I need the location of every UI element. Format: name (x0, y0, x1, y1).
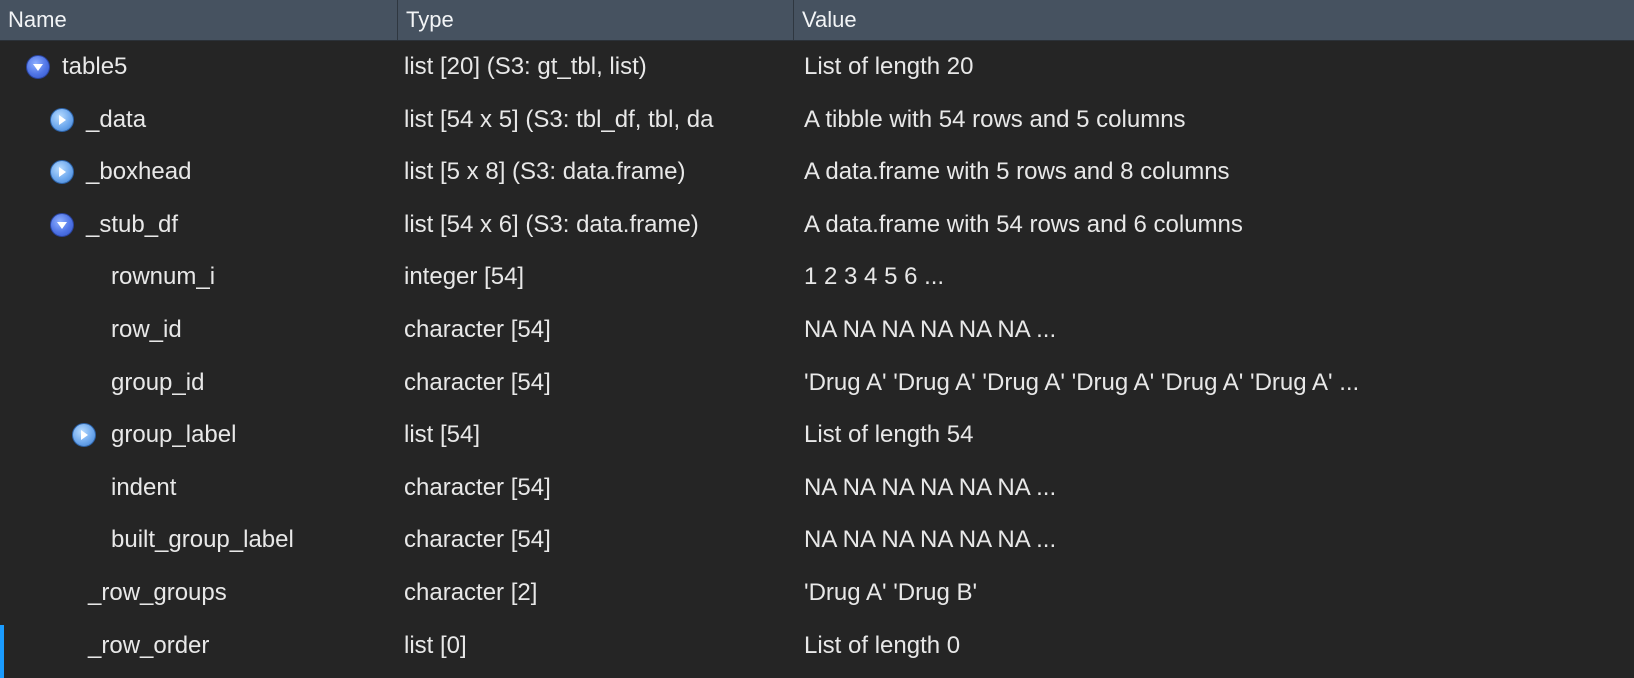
row-name: group_id (111, 368, 205, 396)
row-name: indent (111, 473, 177, 501)
row-name: rownum_i (111, 263, 216, 291)
tree-row-built-group-label[interactable]: built_group_label character [54] NA NA N… (0, 514, 1634, 567)
name-cell: row_id (0, 304, 397, 357)
row-type: character [54] (404, 315, 551, 343)
row-name: _data (86, 105, 147, 133)
row-type: character [54] (404, 368, 551, 396)
tree-rows: table5 list [20] (S3: gt_tbl, list) List… (0, 41, 1634, 672)
header-name[interactable]: Name (0, 0, 397, 40)
row-value: List of length 54 (804, 421, 974, 449)
row-type: list [54 x 6] (S3: data.frame) (404, 210, 699, 238)
row-type: character [54] (404, 526, 551, 554)
row-value: NA NA NA NA NA NA ... (804, 473, 1057, 501)
header-type[interactable]: Type (397, 0, 793, 40)
row-name: built_group_label (111, 526, 294, 554)
tree-row-row-order[interactable]: _row_order list [0] List of length 0 (0, 620, 1634, 673)
row-value: A data.frame with 54 rows and 6 columns (804, 210, 1243, 238)
row-value: List of length 0 (804, 631, 961, 659)
collapse-toggle-icon[interactable] (72, 423, 96, 448)
name-cell: built_group_label (0, 514, 397, 567)
tree-row-data[interactable]: _data list [54 x 5] (S3: tbl_df, tbl, da… (0, 94, 1634, 147)
row-value: A data.frame with 5 rows and 8 columns (804, 158, 1230, 186)
tree-row-group-id[interactable]: group_id character [54] 'Drug A' 'Drug A… (0, 357, 1634, 410)
row-type: list [5 x 8] (S3: data.frame) (404, 158, 686, 186)
row-name: _row_order (88, 631, 210, 659)
row-value: NA NA NA NA NA NA ... (804, 315, 1057, 343)
collapse-toggle-icon[interactable] (50, 107, 74, 132)
row-type: list [54] (404, 421, 481, 449)
row-name: _stub_df (86, 210, 179, 238)
row-value: List of length 20 (804, 53, 974, 80)
column-header: Name Type Value (0, 0, 1634, 41)
name-cell: group_label (0, 409, 397, 462)
collapse-toggle-icon[interactable] (50, 160, 74, 185)
row-name: row_id (111, 315, 182, 343)
name-cell: table5 (0, 41, 397, 94)
row-type: list [54 x 5] (S3: tbl_df, tbl, da (404, 105, 714, 133)
row-type: character [54] (404, 473, 551, 501)
tree-row-row-groups[interactable]: _row_groups character [2] 'Drug A' 'Drug… (0, 567, 1634, 620)
row-value: 'Drug A' 'Drug A' 'Drug A' 'Drug A' 'Dru… (804, 368, 1360, 396)
name-cell: _row_order (0, 620, 397, 673)
name-cell: rownum_i (0, 251, 397, 304)
name-cell: indent (0, 462, 397, 515)
expand-toggle-icon[interactable] (26, 55, 50, 79)
name-cell: _data (0, 94, 397, 147)
name-cell: _boxhead (0, 146, 397, 199)
row-name: group_label (111, 421, 237, 449)
tree-row-group-label[interactable]: group_label list [54] List of length 54 (0, 409, 1634, 462)
tree-row-row-id[interactable]: row_id character [54] NA NA NA NA NA NA … (0, 304, 1634, 357)
row-name: _row_groups (88, 578, 227, 606)
row-type: character [2] (404, 578, 538, 606)
tree-row-stub-df[interactable]: _stub_df list [54 x 6] (S3: data.frame) … (0, 199, 1634, 252)
name-cell: group_id (0, 357, 397, 410)
name-cell: _stub_df (0, 199, 397, 252)
header-value[interactable]: Value (793, 0, 1634, 40)
row-name: _boxhead (86, 158, 192, 186)
tree-row-rownum-i[interactable]: rownum_i integer [54] 1 2 3 4 5 6 ... (0, 251, 1634, 304)
row-type: list [0] (404, 631, 467, 659)
row-value: A tibble with 54 rows and 5 columns (804, 105, 1186, 133)
row-type: list [20] (S3: gt_tbl, list) (404, 53, 647, 80)
tree-row-table5[interactable]: table5 list [20] (S3: gt_tbl, list) List… (0, 41, 1634, 94)
row-value: 'Drug A' 'Drug B' (804, 578, 978, 606)
tree-row-boxhead[interactable]: _boxhead list [5 x 8] (S3: data.frame) A… (0, 146, 1634, 199)
tree-row-indent[interactable]: indent character [54] NA NA NA NA NA NA … (0, 462, 1634, 515)
expand-toggle-icon[interactable] (50, 212, 74, 237)
row-name: table5 (62, 53, 128, 80)
focus-indicator (0, 625, 4, 678)
row-value: 1 2 3 4 5 6 ... (804, 263, 945, 291)
object-explorer: Name Type Value table5 list [20] (S3: gt… (0, 0, 1634, 678)
name-cell: _row_groups (0, 567, 397, 620)
row-type: integer [54] (404, 263, 525, 291)
row-value: NA NA NA NA NA NA ... (804, 526, 1057, 554)
